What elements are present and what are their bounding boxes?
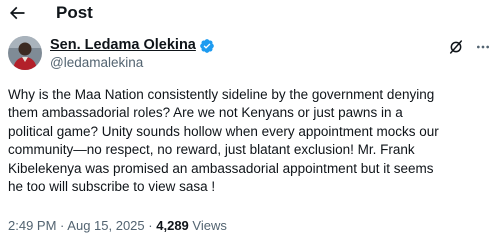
arrow-left-icon: [9, 6, 25, 20]
tweet-text: Why is the Maa Nation consistently sidel…: [8, 86, 496, 196]
page-header: Post: [0, 0, 500, 28]
tweet-text-line: community—no respect, no reward, just bl…: [8, 142, 415, 158]
tweet-text-line: political game? Unity sounds hollow when…: [8, 123, 439, 139]
views-label: Views: [192, 218, 227, 233]
grok-button[interactable]: [447, 38, 465, 56]
more-options-button[interactable]: [474, 38, 492, 56]
verified-badge-icon: [199, 38, 215, 54]
views-count: 4,289: [156, 218, 189, 233]
author-handle[interactable]: @ledamalekina: [50, 55, 143, 71]
author-display-name[interactable]: Sen. Ledama Olekina: [50, 37, 196, 54]
tweet-time[interactable]: 2:49 PM: [8, 218, 56, 233]
tweet-text-line: Why is the Maa Nation consistently sidel…: [8, 87, 435, 102]
meta-separator: ·: [60, 218, 65, 233]
tweet-meta: 2:49 PM · Aug 15, 2025 · 4,289 Views: [8, 218, 227, 234]
meta-separator: ·: [148, 218, 153, 233]
tweet-date[interactable]: Aug 15, 2025: [67, 218, 144, 233]
grok-icon: [449, 40, 463, 54]
more-horizontal-icon: [477, 45, 489, 49]
back-button[interactable]: [6, 2, 28, 24]
avatar[interactable]: [8, 36, 42, 70]
tweet-text-line: Kibelekenya was promised an ambassadoria…: [8, 160, 434, 176]
tweet-text-line: them ambassadorial roles? Are we not Ken…: [8, 105, 403, 121]
author-name-row: Sen. Ledama Olekina: [50, 37, 215, 54]
tweet-text-line: he too will subscribe to view sasa !: [8, 179, 216, 195]
page-title: Post: [56, 3, 93, 22]
